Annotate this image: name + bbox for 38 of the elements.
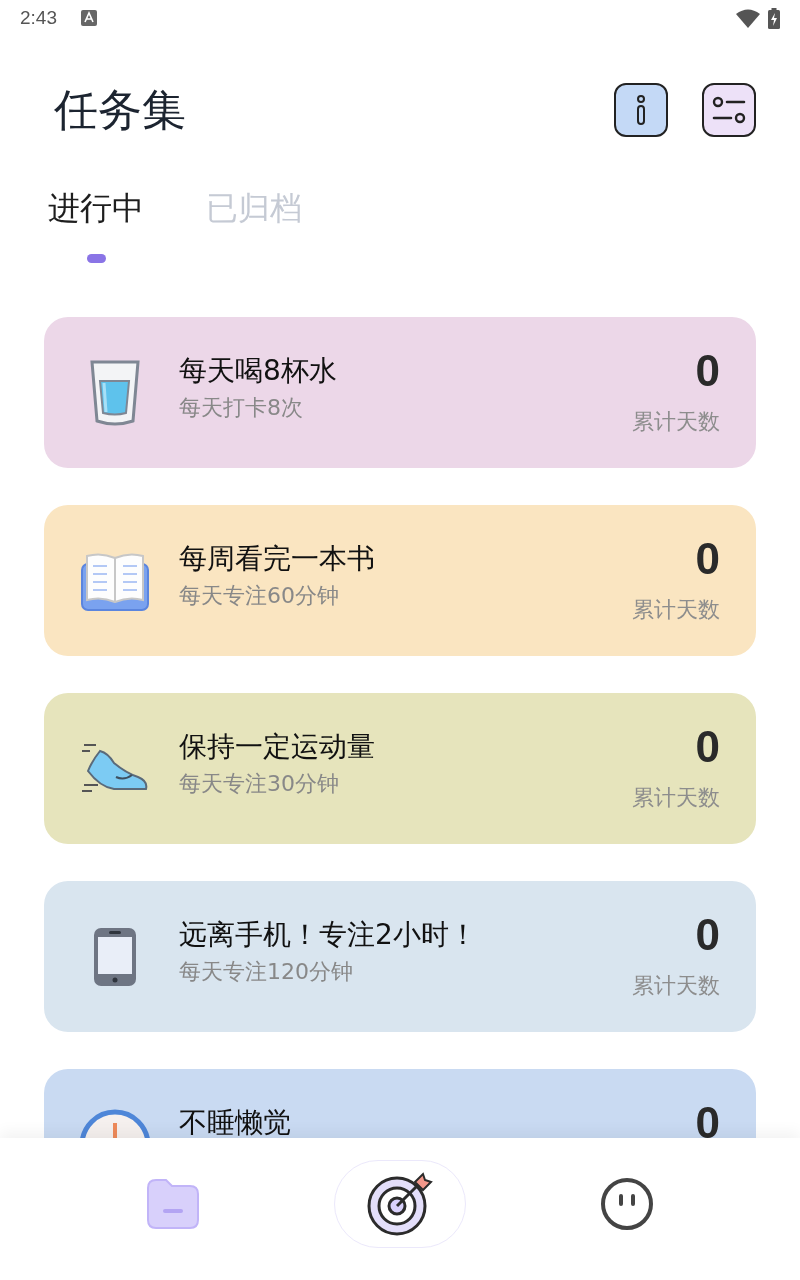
task-title: 每周看完一本书	[179, 542, 376, 576]
task-goal: 每天专注60分钟	[179, 581, 340, 610]
day-count: 0	[695, 347, 720, 396]
tab[interactable]: 进行中	[48, 184, 144, 263]
settings-icon	[712, 96, 746, 124]
face-icon	[599, 1177, 654, 1231]
folder-icon	[146, 1178, 201, 1230]
info-icon	[635, 95, 647, 125]
task-title: 保持一定运动量	[179, 730, 376, 764]
status-time: 2:43	[20, 5, 57, 30]
info-button[interactable]	[614, 83, 668, 137]
day-count: 0	[695, 911, 720, 960]
page-title: 任务集	[54, 83, 187, 137]
task-goal: 每天专注30分钟	[179, 769, 340, 798]
task-goal: 每天打卡8次	[179, 393, 304, 422]
glass-icon	[88, 358, 142, 427]
task-card[interactable]: 远离手机！专注2小时！ 每天专注120分钟 0 累计天数	[44, 881, 756, 1032]
task-card[interactable]: 每天喝8杯水 每天打卡8次 0 累计天数	[44, 317, 756, 468]
wifi-icon	[736, 8, 760, 28]
day-count: 0	[695, 535, 720, 584]
day-count-label: 累计天数	[632, 596, 720, 625]
day-count: 0	[695, 1099, 720, 1138]
task-card[interactable]: 不睡懒觉 0	[44, 1069, 756, 1138]
task-title: 远离手机！专注2小时！	[179, 918, 478, 952]
phone-icon	[92, 925, 138, 988]
day-count-label: 累计天数	[632, 408, 720, 437]
battery-icon	[768, 7, 780, 29]
task-card[interactable]: 每周看完一本书 每天专注60分钟 0 累计天数	[44, 505, 756, 656]
day-count-label: 累计天数	[632, 972, 720, 1001]
task-title: 每天喝8杯水	[179, 354, 338, 388]
task-title: 不睡懒觉	[179, 1106, 292, 1138]
keyboard-icon	[81, 10, 97, 26]
target-icon	[367, 1172, 433, 1236]
settings-button[interactable]	[702, 83, 756, 137]
task-goal: 每天专注120分钟	[179, 957, 354, 986]
task-card[interactable]: 保持一定运动量 每天专注30分钟 0 累计天数	[44, 693, 756, 844]
day-count: 0	[695, 723, 720, 772]
day-count-label: 累计天数	[632, 784, 720, 813]
